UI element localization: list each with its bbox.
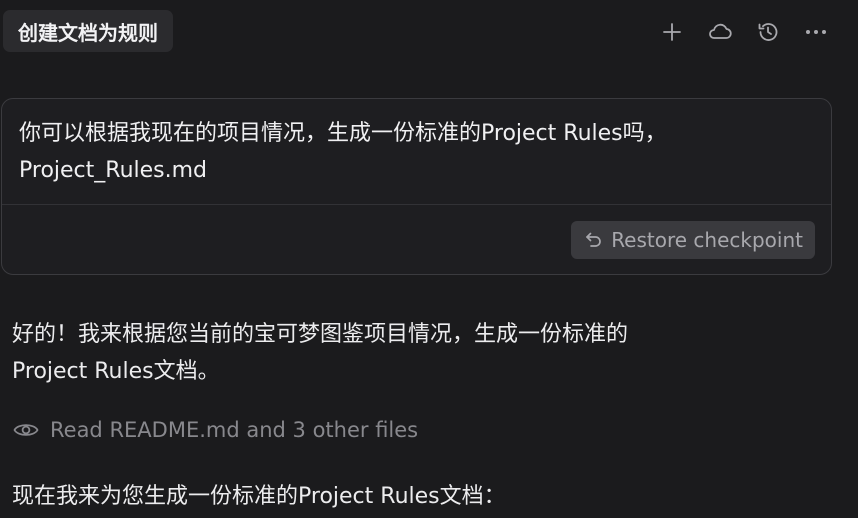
user-message-text: 你可以根据我现在的项目情况，生成一份标准的Project Rules吗， Pro…: [19, 121, 667, 183]
plus-icon: [663, 23, 681, 41]
user-message-card[interactable]: 你可以根据我现在的项目情况，生成一份标准的Project Rules吗， Pro…: [1, 98, 832, 275]
assistant-followup-text: 现在我来为您生成一份标准的Project Rules文档：: [12, 484, 506, 509]
chat-header: 创建文档为规则: [0, 0, 858, 62]
files-read-label: Read README.md and 3 other files: [50, 418, 419, 442]
undo-icon: [586, 232, 602, 247]
eye-icon: [13, 424, 39, 436]
new-chat-button[interactable]: [656, 16, 688, 48]
files-read-row[interactable]: Read README.md and 3 other files: [13, 418, 418, 442]
more-icon: [806, 30, 826, 34]
cloud-icon: [709, 23, 732, 39]
restore-checkpoint-button[interactable]: Restore checkpoint: [571, 221, 815, 259]
card-divider: [2, 204, 831, 205]
restore-checkpoint-label: Restore checkpoint: [611, 228, 803, 252]
chat-panel: 创建文档为规则 你可以根据我现在的项目情况，生成一份标准的Project Rul…: [0, 0, 858, 518]
history-button[interactable]: [752, 16, 784, 48]
cloud-button[interactable]: [704, 16, 736, 48]
assistant-reply-text: 好的！我来根据您当前的宝可梦图鉴项目情况，生成一份标准的 Project Rul…: [12, 322, 629, 384]
chat-title[interactable]: 创建文档为规则: [3, 10, 173, 52]
more-options-button[interactable]: [800, 16, 832, 48]
header-actions: [656, 16, 832, 48]
history-icon: [758, 23, 778, 41]
